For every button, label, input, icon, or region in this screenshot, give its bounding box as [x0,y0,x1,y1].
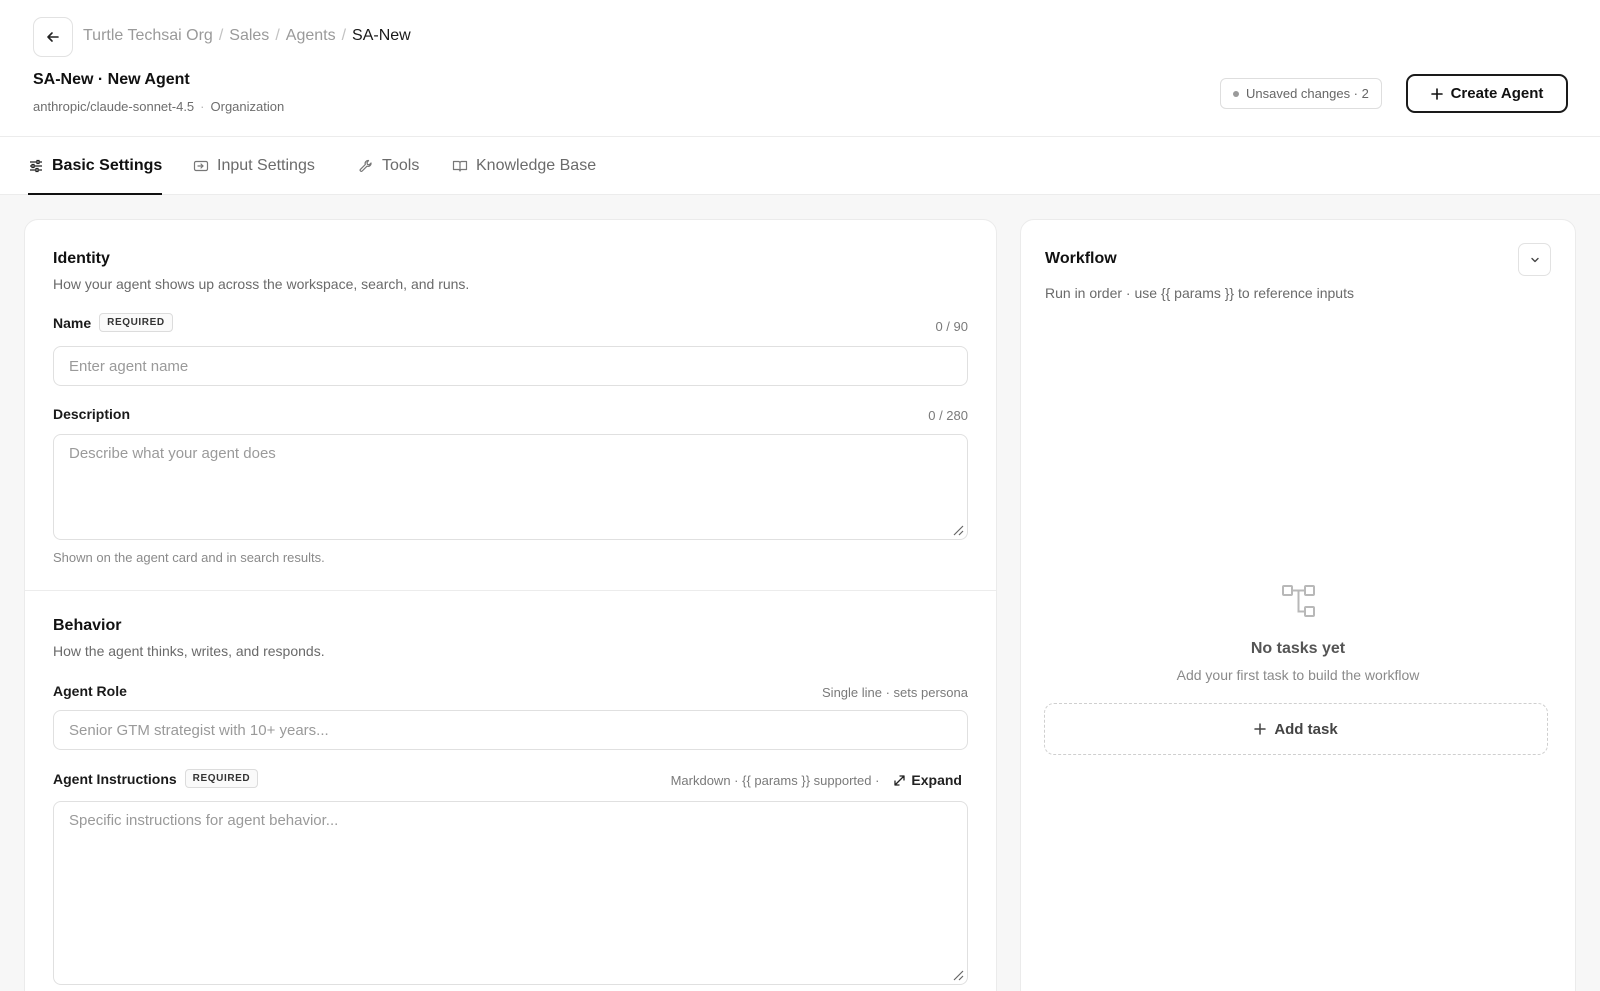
breadcrumb-separator: / [341,27,347,44]
add-task-label: Add task [1274,720,1338,738]
agent-instructions-label: Agent Instructions REQUIRED [53,769,259,788]
agent-role-label-text: Agent Role [53,683,127,699]
agent-instructions-label-text: Agent Instructions [53,770,177,787]
page-header: Turtle Techsai Org / Sales / Agents / SA… [0,0,1600,137]
agent-name-input[interactable]: Enter agent name [53,346,968,386]
workflow-description: Run in order · use {{ params }} to refer… [1045,285,1354,301]
behavior-section-title: Behavior [53,617,122,634]
plus-icon [1254,723,1267,735]
description-char-counter: 0 / 280 [928,408,968,423]
agent-description-textarea[interactable]: Describe what your agent does [53,434,968,540]
breadcrumb: Turtle Techsai Org / Sales / Agents / SA… [83,27,411,45]
tab-label: Input Settings [217,157,315,174]
status-dot-icon [1233,90,1239,97]
tab-label: Tools [382,157,420,174]
tab-bar: Basic Settings Input Settings Tools Know… [0,137,1600,195]
workflow-card: Workflow Run in order · use {{ params }}… [1020,219,1576,991]
model-name: anthropic/claude-sonnet-4.5 [33,99,195,114]
section-divider [25,590,996,591]
agent-role-label: Agent Role [53,683,127,699]
tab-label: Basic Settings [52,157,163,174]
required-badge: REQUIRED [184,769,259,788]
description-hint: Shown on the agent card and in search re… [53,550,325,565]
plus-icon [1430,87,1443,100]
resize-grip-icon[interactable] [950,522,964,536]
identity-section-description: How your agent shows up across the works… [53,276,470,292]
description-label-text: Description [53,406,131,422]
name-label-text: Name [53,314,92,331]
meta-separator: · [200,99,205,114]
description-placeholder: Describe what your agent does [69,445,276,462]
expand-label: Expand [911,772,962,788]
breadcrumb-current: SA-New [352,27,411,44]
wrench-icon [359,159,372,172]
breadcrumb-separator: / [275,27,280,44]
resize-grip-icon[interactable] [950,967,964,981]
tab-label: Knowledge Base [476,157,597,174]
name-label: Name REQUIRED [53,313,173,332]
empty-state-description: Add your first task to build the workflo… [1176,667,1420,683]
agent-role-meta: Single line · sets persona [822,685,968,700]
agent-instructions-textarea[interactable]: Specific instructions for agent behavior… [53,801,968,985]
behavior-section-description: How the agent thinks, writes, and respon… [53,643,325,659]
agent-role-input[interactable]: Senior GTM strategist with 10+ years... [53,710,968,750]
expand-icon [894,774,906,786]
breadcrumb-team[interactable]: Sales [229,27,269,45]
empty-state-title: No tasks yet [1250,640,1346,657]
tab-basic-settings[interactable]: Basic Settings [28,137,163,195]
required-badge: REQUIRED [99,313,173,332]
breadcrumb-agents[interactable]: Agents [286,27,336,45]
create-agent-button[interactable]: Create Agent [1406,74,1568,113]
create-agent-label: Create Agent [1450,85,1544,102]
tab-tools[interactable]: Tools [358,137,419,195]
tab-input-settings[interactable]: Input Settings [193,137,315,195]
identity-section-title: Identity [53,250,110,267]
workflow-collapse-button[interactable] [1518,243,1551,276]
chevron-down-icon [1530,257,1539,262]
back-button[interactable] [33,17,73,57]
instructions-placeholder: Specific instructions for agent behavior… [69,812,339,829]
unsaved-changes-badge: Unsaved changes · 2 [1220,78,1382,109]
agent-scope: Organization [210,99,285,114]
expand-button[interactable]: Expand [893,772,962,788]
settings-card: Identity How your agent shows up across … [24,219,997,991]
page-title: SA-New · New Agent [33,71,190,88]
name-char-counter: 0 / 90 [935,319,968,334]
tab-knowledge-base[interactable]: Knowledge Base [452,137,596,195]
breadcrumb-org[interactable]: Turtle Techsai Org [83,27,213,45]
workflow-title: Workflow [1045,250,1117,267]
book-icon [452,160,468,172]
arrow-left-icon [47,32,59,42]
unsaved-changes-label: Unsaved changes · 2 [1246,86,1369,101]
sliders-icon [30,159,42,173]
agent-meta: anthropic/claude-sonnet-4.5 · Organizati… [33,99,284,114]
breadcrumb-separator: / [218,27,224,44]
instructions-meta: Markdown · {{ params }} supported · Expa… [671,772,962,788]
instructions-format-hint: Markdown · {{ params }} supported · [670,772,880,788]
description-label: Description [53,406,130,422]
input-icon [193,160,209,172]
add-task-button[interactable]: Add task [1044,703,1548,755]
workflow-empty-icon [1282,585,1315,617]
